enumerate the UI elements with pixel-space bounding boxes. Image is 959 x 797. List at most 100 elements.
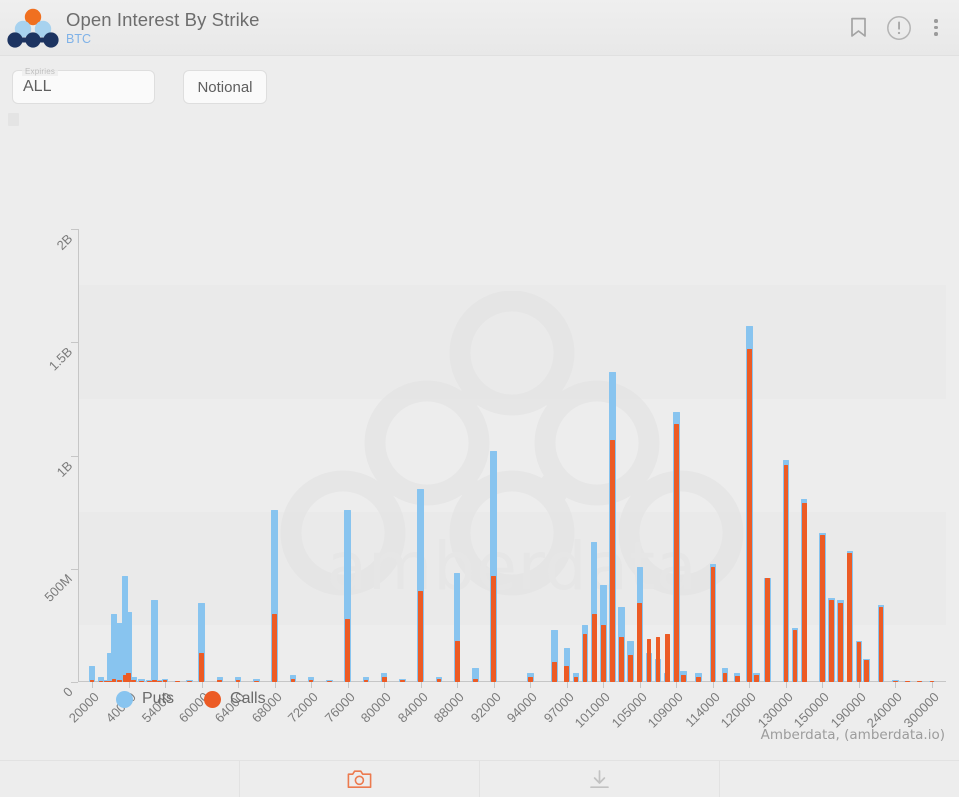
bar-calls[interactable] — [765, 577, 770, 682]
bar-calls[interactable] — [747, 349, 752, 682]
bar-calls[interactable] — [473, 678, 478, 682]
page-subtitle[interactable]: BTC — [66, 32, 260, 47]
x-tick — [858, 682, 860, 688]
bar-calls[interactable] — [792, 629, 798, 682]
bar-calls[interactable] — [582, 634, 588, 682]
toolbar-cell-camera[interactable] — [240, 761, 480, 797]
bar-calls[interactable] — [847, 552, 853, 682]
bar-calls[interactable] — [436, 679, 442, 682]
bottom-toolbar — [0, 760, 959, 797]
info-circle-icon[interactable] — [886, 15, 912, 41]
bar-calls[interactable] — [131, 680, 137, 682]
bar-puts[interactable] — [125, 611, 132, 682]
x-tick — [128, 682, 130, 688]
y-tick-label: 2B — [53, 230, 76, 253]
bar-calls[interactable] — [126, 672, 131, 682]
plot-band — [78, 285, 946, 399]
bar-calls[interactable] — [722, 672, 728, 682]
x-tick — [712, 682, 714, 688]
x-tick — [201, 682, 203, 688]
bar-calls[interactable] — [152, 679, 157, 682]
legend-item-puts[interactable]: Puts — [116, 690, 174, 708]
bar-calls[interactable] — [573, 677, 579, 682]
bar-calls[interactable] — [646, 638, 652, 682]
bar-calls[interactable] — [552, 661, 557, 682]
bar-calls[interactable] — [637, 602, 643, 682]
bar-calls[interactable] — [820, 534, 825, 682]
bar-calls[interactable] — [695, 677, 701, 682]
bar-calls[interactable] — [878, 607, 884, 682]
bar-calls[interactable] — [254, 680, 259, 682]
bar-calls[interactable] — [217, 679, 223, 682]
bar-calls[interactable] — [838, 602, 844, 682]
bar-calls[interactable] — [619, 636, 624, 682]
bar-calls[interactable] — [655, 636, 661, 682]
toolbar-cell-right — [720, 761, 959, 797]
bar-calls[interactable] — [199, 652, 204, 682]
bar-calls[interactable] — [801, 503, 807, 682]
x-tick — [274, 682, 276, 688]
y-tick — [71, 342, 78, 344]
bar-calls[interactable] — [98, 680, 104, 682]
download-icon[interactable] — [588, 769, 611, 790]
bar-calls[interactable] — [734, 676, 740, 682]
bar-calls[interactable] — [117, 679, 122, 682]
bar-calls[interactable] — [905, 680, 910, 682]
bar-calls[interactable] — [272, 614, 277, 682]
filter-controls: Expiries ALL Notional — [0, 56, 959, 134]
y-tick-label: 1B — [53, 457, 76, 480]
x-tick — [493, 682, 495, 688]
bar-calls[interactable] — [491, 575, 497, 682]
bookmark-icon[interactable] — [845, 15, 871, 41]
bar-calls[interactable] — [139, 680, 144, 682]
bar-calls[interactable] — [628, 654, 634, 682]
x-tick — [566, 682, 568, 688]
x-tick — [457, 682, 459, 688]
kebab-menu-icon[interactable] — [927, 15, 945, 41]
y-tick — [71, 229, 78, 230]
bar-calls[interactable] — [610, 439, 615, 682]
bar-calls[interactable] — [681, 675, 686, 682]
y-tick-label: 0 — [59, 683, 76, 700]
toolbar-cell-download[interactable] — [480, 761, 720, 797]
plot-band — [78, 512, 946, 625]
bar-calls[interactable] — [363, 679, 369, 682]
data-source-credit: Amberdata, (amberdata.io) — [760, 727, 945, 743]
x-tick — [749, 682, 751, 688]
x-tick — [603, 682, 605, 688]
x-tick — [676, 682, 678, 688]
bar-calls[interactable] — [147, 680, 152, 682]
bar-calls[interactable] — [111, 679, 117, 682]
bar-calls[interactable] — [290, 679, 296, 682]
camera-icon[interactable] — [347, 769, 372, 789]
bar-calls[interactable] — [345, 618, 350, 682]
bar-calls[interactable] — [863, 660, 869, 682]
x-tick — [932, 682, 933, 688]
y-tick — [71, 455, 78, 457]
x-tick — [895, 682, 897, 688]
bar-calls[interactable] — [754, 675, 760, 682]
bar-calls[interactable] — [591, 614, 597, 682]
y-tick-label: 500M — [41, 570, 76, 605]
bar-puts[interactable] — [151, 600, 158, 682]
bar-calls[interactable] — [174, 680, 180, 682]
bar-calls[interactable] — [454, 641, 460, 682]
bar-calls[interactable] — [564, 666, 570, 682]
bar-calls[interactable] — [710, 566, 716, 682]
notional-button[interactable]: Notional — [183, 70, 267, 104]
bar-calls[interactable] — [917, 680, 923, 682]
bar-calls[interactable] — [829, 600, 834, 682]
legend-item-calls[interactable]: Calls — [204, 690, 266, 708]
bar-calls[interactable] — [187, 680, 192, 682]
bar-calls[interactable] — [664, 634, 670, 682]
bar-calls[interactable] — [400, 680, 405, 682]
bar-calls[interactable] — [783, 464, 789, 682]
legend-color-swatch-puts — [116, 690, 133, 708]
bar-calls[interactable] — [327, 680, 332, 682]
bar-calls[interactable] — [674, 423, 679, 682]
bar-calls[interactable] — [856, 642, 862, 682]
page-title: Open Interest By Strike — [66, 8, 260, 30]
bar-calls[interactable] — [418, 591, 424, 682]
bar-calls[interactable] — [157, 680, 163, 682]
bar-calls[interactable] — [600, 625, 606, 682]
